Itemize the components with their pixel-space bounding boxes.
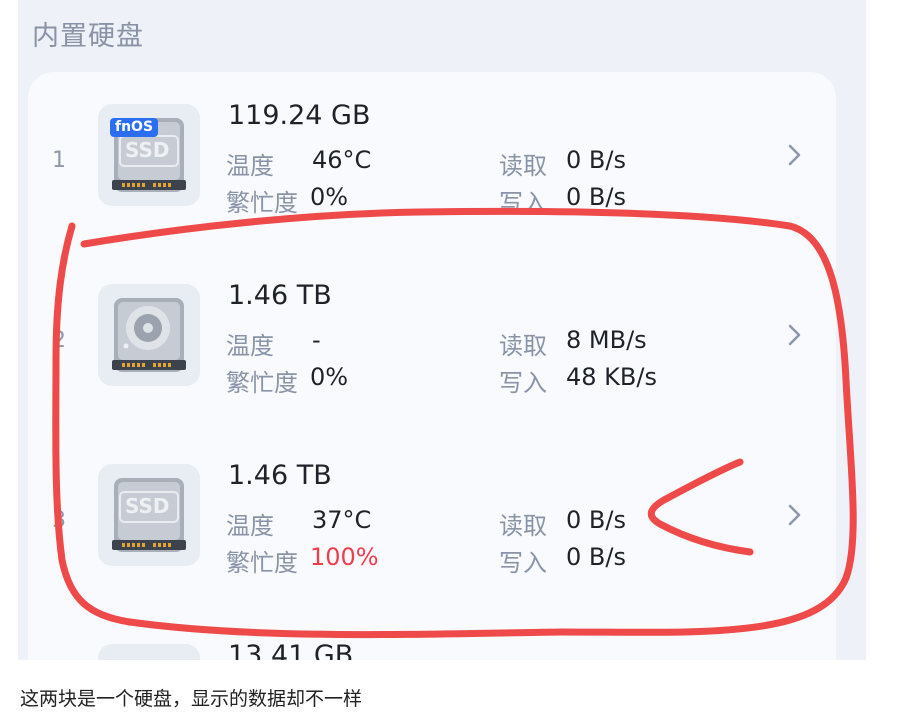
temperature-value: 37°C	[312, 506, 372, 534]
chevron-right-icon[interactable]	[780, 140, 810, 170]
disk-capacity: 119.24 GB	[228, 100, 371, 131]
write-value: 0 B/s	[566, 183, 626, 211]
temperature-value: -	[312, 326, 321, 354]
busy-label: 繁忙度	[226, 549, 298, 577]
read-label: 读取	[499, 332, 547, 360]
internal-disks-panel: 内置硬盘 1 SSD fnOS 119.24 GB 温度 46°C 繁忙度 0%…	[18, 0, 866, 660]
disk-thumbnail	[98, 284, 200, 386]
busy-value: 0%	[310, 363, 349, 391]
caption-text: 这两块是一个硬盘，显示的数据却不一样	[20, 688, 363, 710]
ssd-icon-label: SSD	[125, 494, 170, 518]
read-value: 8 MB/s	[566, 326, 647, 354]
chevron-right-icon[interactable]	[780, 320, 810, 350]
disk-row-2[interactable]: 2 1.46 TB 温度 - 繁忙度 0% 读取 8 MB/s 写入 48 KB…	[28, 280, 836, 397]
read-value: 0 B/s	[566, 506, 626, 534]
section-title: 内置硬盘	[32, 21, 144, 52]
disk-capacity: 1.46 TB	[228, 280, 332, 311]
temperature-label: 温度	[226, 332, 274, 360]
disk-thumbnail: SSD	[98, 464, 200, 566]
disk-index: 2	[52, 328, 66, 353]
disk-index: 1	[52, 148, 66, 173]
write-label: 写入	[499, 189, 547, 217]
read-value: 0 B/s	[566, 146, 626, 174]
busy-label: 繁忙度	[226, 189, 298, 217]
read-label: 读取	[499, 512, 547, 540]
write-value: 0 B/s	[566, 543, 626, 571]
busy-value: 0%	[310, 183, 349, 211]
temperature-label: 温度	[226, 512, 274, 540]
disk-row-3[interactable]: 3 SSD 1.46 TB 温度 37°C 繁忙度 100% 读取 0 B/s …	[28, 460, 836, 577]
disk-list-card: 1 SSD fnOS 119.24 GB 温度 46°C 繁忙度 0% 读取 0…	[28, 72, 836, 660]
disk-index: 3	[52, 508, 66, 533]
write-label: 写入	[499, 549, 547, 577]
disk-thumbnail	[98, 644, 200, 660]
fnos-badge: fnOS	[110, 118, 159, 137]
read-label: 读取	[499, 152, 547, 180]
write-label: 写入	[499, 369, 547, 397]
busy-label: 繁忙度	[226, 369, 298, 397]
temperature-value: 46°C	[312, 146, 372, 174]
hdd-icon	[112, 298, 186, 372]
disk-row-1[interactable]: 1 SSD fnOS 119.24 GB 温度 46°C 繁忙度 0% 读取 0…	[28, 100, 836, 217]
disk-capacity: 13.41 GB	[228, 640, 354, 660]
disk-thumbnail: SSD fnOS	[98, 104, 200, 206]
disk-capacity: 1.46 TB	[228, 460, 332, 491]
write-value: 48 KB/s	[566, 363, 657, 391]
temperature-label: 温度	[226, 152, 274, 180]
disk-row-4[interactable]: 13.41 GB	[28, 640, 836, 660]
chevron-right-icon[interactable]	[780, 500, 810, 530]
busy-value: 100%	[310, 543, 379, 571]
ssd-icon-label: SSD	[125, 138, 170, 162]
